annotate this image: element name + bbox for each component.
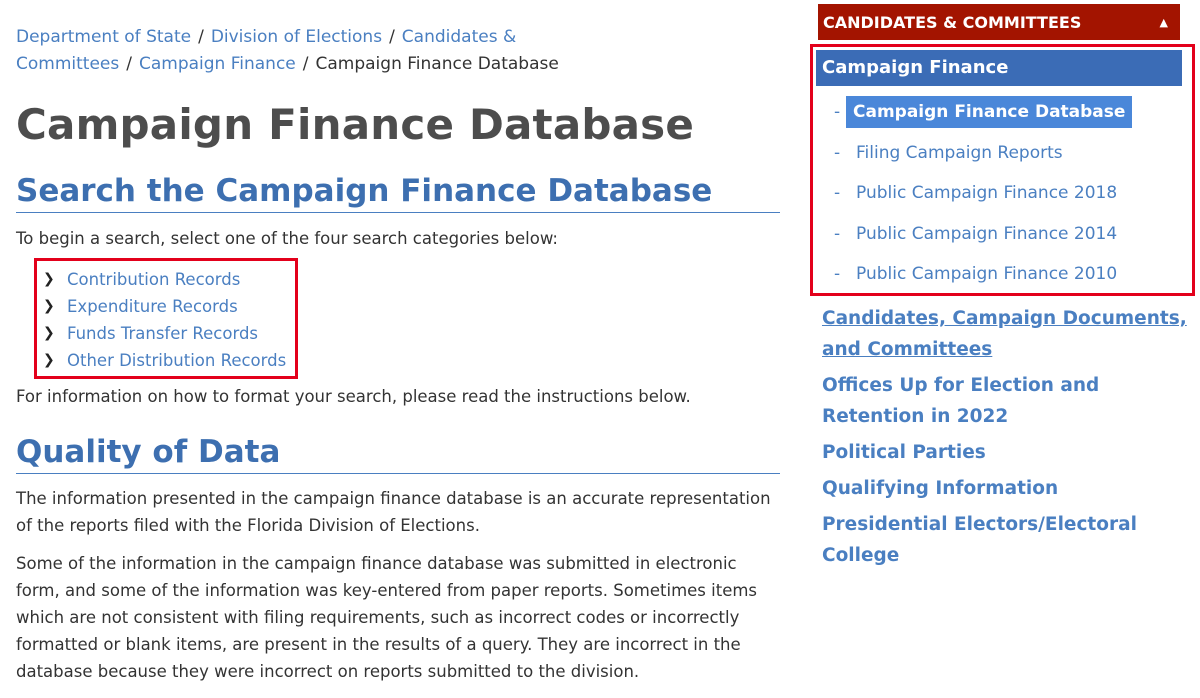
breadcrumb-current: Campaign Finance Database <box>315 54 559 74</box>
chevron-right-icon: ❯ <box>43 271 55 287</box>
breadcrumb-separator: / <box>126 54 132 74</box>
sidebar-subitem: - Public Campaign Finance 2018 <box>834 173 1132 214</box>
caret-up-icon[interactable]: ▲ <box>1160 4 1168 41</box>
category-item-funds-transfer: ❯ Funds Transfer Records <box>43 320 295 347</box>
breadcrumb: Department of State / Division of Election… <box>16 24 716 78</box>
other-distribution-records-link[interactable]: Other Distribution Records <box>67 347 286 374</box>
sidebar-link-presidential-electors[interactable]: Presidential Electors/Electoral College <box>822 514 1137 566</box>
quality-heading: Quality of Data <box>16 433 780 474</box>
search-heading: Search the Campaign Finance Database <box>16 172 780 213</box>
dash-marker: - <box>834 264 841 285</box>
sidebar-header-label: CANDIDATES & COMMITTEES <box>823 13 1082 32</box>
search-intro: To begin a search, select one of the fou… <box>16 229 558 248</box>
sidebar-item-campaign-finance[interactable]: Campaign Finance <box>816 50 1182 86</box>
sidebar-link-filing-campaign-reports[interactable]: Filing Campaign Reports <box>856 143 1063 163</box>
sidebar-link-public-campaign-finance-2018[interactable]: Public Campaign Finance 2018 <box>856 183 1117 203</box>
category-item-contribution: ❯ Contribution Records <box>43 266 295 293</box>
sidebar-header-candidates-committees[interactable]: CANDIDATES & COMMITTEES ▲ <box>818 4 1180 40</box>
category-item-expenditure: ❯ Expenditure Records <box>43 293 295 320</box>
chevron-right-icon: ❯ <box>43 352 55 368</box>
breadcrumb-separator: / <box>198 27 204 47</box>
search-instructions-text: For information on how to format your se… <box>16 387 691 406</box>
sidebar-sublist: - Campaign Finance Database - Filing Cam… <box>834 92 1133 295</box>
sidebar-links: Candidates, Campaign Documents, and Comm… <box>822 303 1192 576</box>
search-categories-list: ❯ Contribution Records ❯ Expenditure Rec… <box>34 258 298 379</box>
sidebar-link-offices-up-for-election[interactable]: Offices Up for Election and Retention in… <box>822 375 1099 427</box>
page-title: Campaign Finance Database <box>16 100 695 149</box>
sidebar-link-qualifying-information[interactable]: Qualifying Information <box>822 478 1058 499</box>
breadcrumb-link-division-of-elections[interactable]: Division of Elections <box>211 27 382 47</box>
breadcrumb-separator: / <box>389 27 395 47</box>
breadcrumb-link-department-of-state[interactable]: Department of State <box>16 27 191 47</box>
sidebar-subitem: - Campaign Finance Database <box>834 92 1133 133</box>
dash-marker: - <box>834 223 841 244</box>
sidebar-subitem: - Public Campaign Finance 2014 <box>834 214 1132 255</box>
dash-marker: - <box>834 183 841 204</box>
funds-transfer-records-link[interactable]: Funds Transfer Records <box>67 320 258 347</box>
chevron-right-icon: ❯ <box>43 325 55 341</box>
chevron-right-icon: ❯ <box>43 298 55 314</box>
sidebar-link-public-campaign-finance-2014[interactable]: Public Campaign Finance 2014 <box>856 224 1117 244</box>
sidebar-link-candidates-documents-committees[interactable]: Candidates, Campaign Documents, and Comm… <box>822 308 1187 360</box>
quality-paragraph-2: Some of the information in the campaign … <box>16 554 758 681</box>
sidebar-link-item: Qualifying Information <box>822 473 1192 504</box>
quality-paragraph-1: The information presented in the campaig… <box>16 489 771 535</box>
breadcrumb-link-campaign-finance[interactable]: Campaign Finance <box>139 54 296 74</box>
category-item-other-distribution: ❯ Other Distribution Records <box>43 347 295 374</box>
breadcrumb-separator: / <box>302 54 309 74</box>
sidebar-link-item: Offices Up for Election and Retention in… <box>822 370 1192 432</box>
sidebar-link-public-campaign-finance-2010[interactable]: Public Campaign Finance 2010 <box>856 264 1117 284</box>
expenditure-records-link[interactable]: Expenditure Records <box>67 293 238 320</box>
sidebar-link-political-parties[interactable]: Political Parties <box>822 442 986 463</box>
sidebar-subitem: - Filing Campaign Reports <box>834 133 1132 174</box>
sidebar-subitem: - Public Campaign Finance 2010 <box>834 254 1132 295</box>
sidebar-link-item: Presidential Electors/Electoral College <box>822 509 1192 571</box>
sidebar-link-item: Candidates, Campaign Documents, and Comm… <box>822 303 1192 365</box>
sidebar-link-item: Political Parties <box>822 437 1192 468</box>
sidebar-link-campaign-finance-database[interactable]: Campaign Finance Database <box>846 96 1133 129</box>
contribution-records-link[interactable]: Contribution Records <box>67 266 240 293</box>
dash-marker: - <box>834 142 841 163</box>
